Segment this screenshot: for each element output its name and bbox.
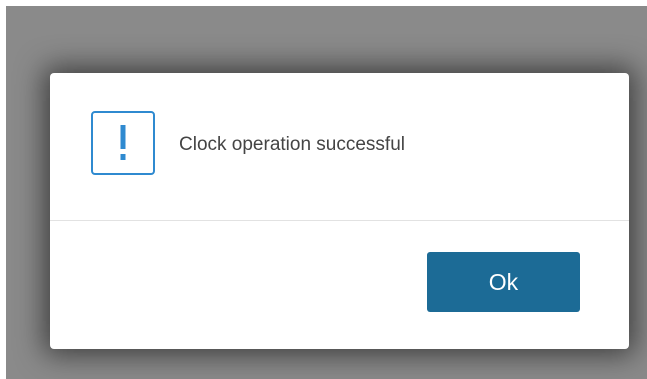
dialog-body: Clock operation successful	[50, 73, 629, 221]
alert-dialog: Clock operation successful Ok	[50, 73, 629, 349]
dialog-message: Clock operation successful	[179, 134, 405, 155]
exclamation-icon	[91, 111, 155, 175]
ok-button[interactable]: Ok	[427, 252, 580, 312]
